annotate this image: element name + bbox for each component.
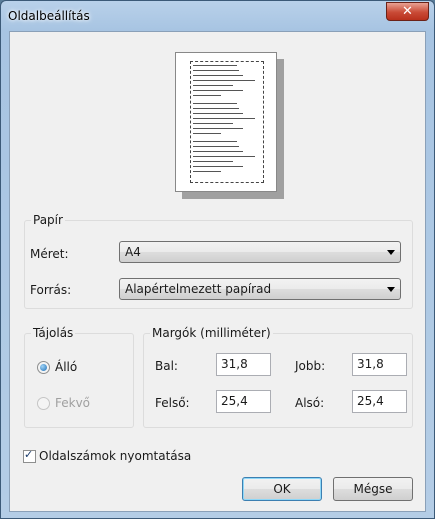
close-icon: ✕ — [402, 4, 413, 19]
preview-text-line — [193, 74, 263, 77]
preview-text-line — [193, 165, 263, 168]
preview-text-line — [193, 107, 263, 110]
source-label: Forrás: — [30, 283, 72, 297]
page-setup-dialog: Oldalbeállítás ✕ Papír Méret: A4 Forrás:… — [0, 0, 435, 519]
size-label: Méret: — [30, 247, 69, 261]
preview-text-line — [193, 150, 263, 153]
page-preview-margins — [190, 61, 264, 183]
preview-text-line — [193, 64, 263, 67]
orientation-group-label: Tájolás — [31, 326, 76, 340]
margin-left-label: Bal: — [155, 359, 178, 373]
preview-text-line — [193, 69, 263, 72]
portrait-radio[interactable] — [37, 361, 50, 374]
margins-group-label: Margók (milliméter) — [150, 326, 273, 340]
preview-text-line — [193, 102, 263, 105]
preview-text-line — [193, 94, 263, 97]
paper-group: Papír Méret: A4 Forrás: Alapértelmezett … — [24, 213, 413, 309]
preview-text-line — [193, 132, 263, 135]
preview-text-line — [193, 140, 263, 143]
margin-bottom-input[interactable]: 25,4 — [352, 390, 407, 413]
preview-text-line — [193, 155, 263, 158]
ok-button[interactable]: OK — [242, 477, 322, 501]
preview-text-line — [193, 112, 263, 115]
margin-top-label: Felső: — [155, 396, 190, 410]
paper-group-label: Papír — [31, 213, 65, 227]
size-select[interactable]: A4 — [119, 241, 401, 263]
size-select-value: A4 — [125, 245, 141, 259]
margins-group: Margók (milliméter) Bal: 31,8 Jobb: 31,8… — [143, 326, 413, 428]
landscape-label[interactable]: Fekvő — [55, 396, 90, 410]
close-button[interactable]: ✕ — [386, 2, 429, 21]
preview-text-line — [193, 127, 263, 130]
margin-left-input[interactable]: 31,8 — [216, 353, 271, 376]
preview-text-line — [193, 122, 263, 125]
preview-text-line — [193, 170, 263, 173]
source-select[interactable]: Alapértelmezett papírad — [119, 278, 401, 300]
print-page-numbers-checkbox[interactable]: ✓ — [23, 448, 36, 463]
preview-text-line — [193, 89, 263, 92]
checkmark-icon: ✓ — [24, 448, 34, 461]
margin-bottom-label: Alsó: — [295, 396, 325, 410]
margin-top-input[interactable]: 25,4 — [216, 390, 271, 413]
orientation-group: Tájolás Álló Fekvő — [24, 326, 134, 428]
portrait-label[interactable]: Álló — [55, 360, 77, 374]
preview-text-line — [193, 117, 263, 120]
preview-text-line — [193, 84, 263, 87]
landscape-radio[interactable] — [37, 397, 50, 410]
page-preview — [175, 52, 277, 192]
margin-right-input[interactable]: 31,8 — [352, 353, 407, 376]
window-title: Oldalbeállítás — [8, 9, 90, 23]
margin-right-label: Jobb: — [295, 359, 326, 373]
preview-text-line — [193, 160, 263, 163]
preview-text-line — [193, 79, 263, 82]
chevron-down-icon — [387, 287, 395, 292]
preview-text-line — [193, 145, 263, 148]
title-bar[interactable]: Oldalbeállítás ✕ — [1, 1, 434, 31]
cancel-button[interactable]: Mégse — [333, 477, 413, 501]
print-page-numbers-label[interactable]: Oldalszámok nyomtatása — [39, 449, 191, 463]
source-select-value: Alapértelmezett papírad — [125, 282, 272, 296]
dialog-body: Papír Méret: A4 Forrás: Alapértelmezett … — [9, 31, 426, 512]
chevron-down-icon — [387, 250, 395, 255]
